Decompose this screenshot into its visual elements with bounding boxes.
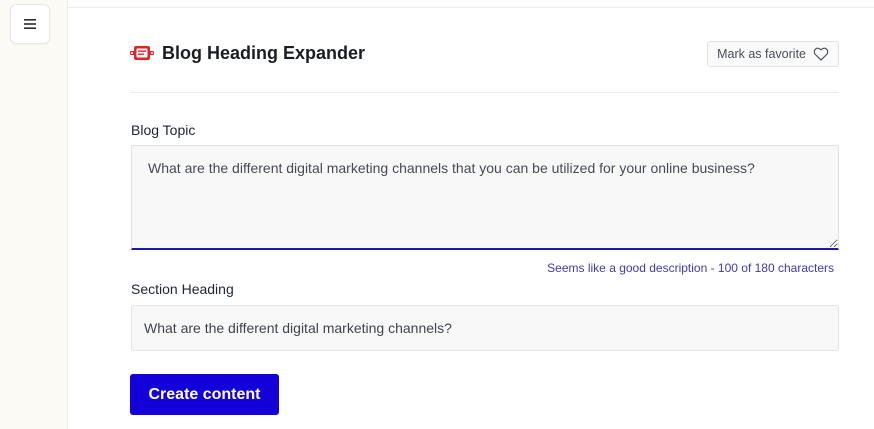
hamburger-menu-icon bbox=[24, 19, 36, 29]
blog-topic-helper-text: Seems like a good description - 100 of 1… bbox=[547, 261, 834, 275]
mark-favorite-label: Mark as favorite bbox=[717, 47, 806, 61]
top-divider bbox=[68, 7, 874, 8]
heading-expander-icon bbox=[130, 46, 154, 60]
heart-outline-icon bbox=[813, 47, 829, 61]
section-heading-input[interactable] bbox=[131, 305, 839, 351]
page-title: Blog Heading Expander bbox=[162, 43, 366, 63]
sidebar bbox=[0, 0, 68, 429]
header-divider bbox=[130, 92, 839, 93]
menu-button[interactable] bbox=[10, 4, 50, 44]
mark-favorite-button[interactable]: Mark as favorite bbox=[707, 41, 839, 67]
blog-topic-label: Blog Topic bbox=[131, 122, 196, 138]
page-header: Blog Heading Expander Mark as favorite bbox=[130, 38, 839, 70]
section-heading-label: Section Heading bbox=[131, 281, 234, 297]
create-content-button[interactable]: Create content bbox=[130, 374, 279, 415]
blog-topic-textarea[interactable]: What are the different digital marketing… bbox=[131, 145, 839, 250]
